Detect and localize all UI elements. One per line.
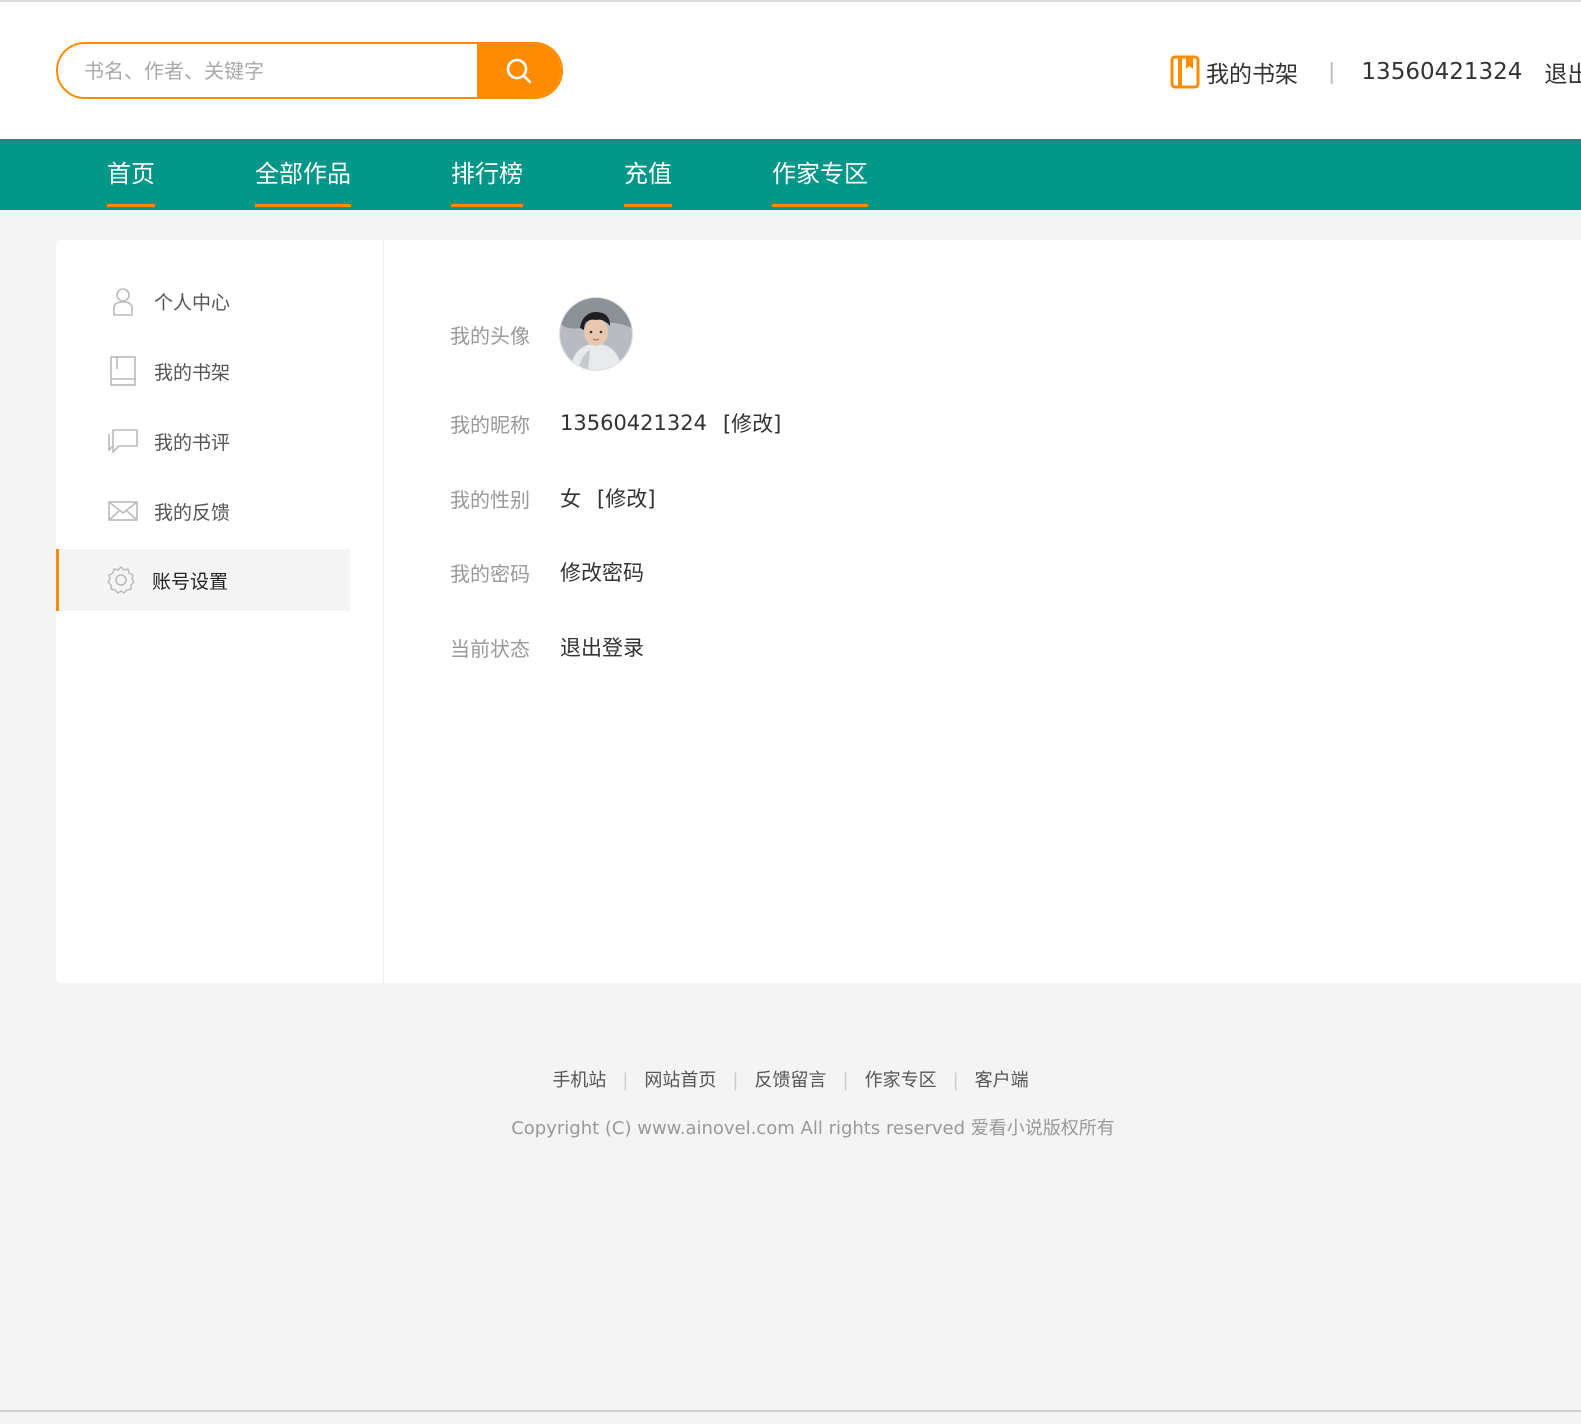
sidebar-item-feedback[interactable]: 我的反馈 xyxy=(56,480,350,542)
search-box xyxy=(56,42,563,99)
logout-account-link[interactable]: 退出登录 xyxy=(560,632,644,662)
comment-icon xyxy=(106,424,140,458)
user-area: 我的书架 | 13560421324 退出 xyxy=(1170,52,1581,92)
avatar-label: 我的头像 xyxy=(450,323,530,348)
footer-link-author-zone[interactable]: 作家专区 xyxy=(865,1070,937,1091)
gender-value: 女 xyxy=(560,487,581,511)
sidebar: 个人中心 我的书架 我的书评 我的反馈 账号设置 xyxy=(56,240,384,983)
gear-icon xyxy=(104,563,138,597)
search-input[interactable] xyxy=(58,44,478,97)
change-password-link[interactable]: 修改密码 xyxy=(560,557,644,587)
active-indicator xyxy=(56,549,59,611)
divider: | xyxy=(1328,59,1336,85)
nav-home-label: 首页 xyxy=(107,160,155,188)
sidebar-item-label: 我的书架 xyxy=(154,361,231,384)
nav-underline xyxy=(772,204,868,207)
password-row: 我的密码 修改密码 xyxy=(450,557,644,587)
nav-recharge[interactable]: 充值 xyxy=(624,139,672,210)
footer-link-home[interactable]: 网站首页 xyxy=(644,1070,716,1091)
book-icon xyxy=(106,354,140,388)
nav-ranking-label: 排行榜 xyxy=(451,160,523,188)
bookshelf-link[interactable]: 我的书架 xyxy=(1170,55,1298,89)
status-label: 当前状态 xyxy=(450,636,530,661)
sidebar-item-bookshelf[interactable]: 我的书架 xyxy=(56,340,350,402)
sidebar-item-account-settings[interactable]: 账号设置 xyxy=(56,549,350,611)
bottom-border xyxy=(0,1410,1581,1412)
gender-label: 我的性别 xyxy=(450,487,530,512)
nickname-label: 我的昵称 xyxy=(450,412,530,437)
footer-divider: | xyxy=(952,1070,959,1091)
bookshelf-icon xyxy=(1170,55,1200,89)
nav-underline xyxy=(255,204,351,207)
mail-icon xyxy=(106,494,140,528)
nav-recharge-label: 充值 xyxy=(624,160,672,188)
footer-divider: | xyxy=(622,1070,629,1091)
nickname-value: 13560421324 xyxy=(560,411,707,435)
search-icon xyxy=(506,58,532,83)
footer-link-client[interactable]: 客户端 xyxy=(975,1070,1029,1091)
username[interactable]: 13560421324 xyxy=(1361,59,1522,85)
status-row: 当前状态 退出登录 xyxy=(450,632,644,662)
nav-author-zone[interactable]: 作家专区 xyxy=(772,139,868,210)
footer-links: 手机站 | 网站首页 | 反馈留言 | 作家专区 | 客户端 xyxy=(0,1066,1581,1092)
avatar-row: 我的头像 xyxy=(450,298,632,370)
header: 我的书架 | 13560421324 退出 xyxy=(0,2,1581,139)
gender-row: 我的性别 女 [修改] xyxy=(450,483,655,513)
nav-all-works-label: 全部作品 xyxy=(255,160,351,188)
logout-link[interactable]: 退出 xyxy=(1544,55,1581,89)
account-card: 个人中心 我的书架 我的书评 我的反馈 账号设置 我的头像 我的昵称 13560… xyxy=(56,240,1581,983)
footer-divider: | xyxy=(732,1070,739,1091)
sidebar-item-label: 我的反馈 xyxy=(154,501,231,524)
edit-gender-link[interactable]: [修改] xyxy=(597,483,655,513)
main-nav: 首页 全部作品 排行榜 充值 作家专区 xyxy=(0,139,1581,210)
search-button[interactable] xyxy=(477,44,561,97)
bookshelf-label: 我的书架 xyxy=(1206,62,1298,88)
nav-ranking[interactable]: 排行榜 xyxy=(451,139,523,210)
sidebar-item-label: 个人中心 xyxy=(154,291,231,314)
nav-underline xyxy=(107,204,155,207)
sidebar-item-personal-center[interactable]: 个人中心 xyxy=(56,270,350,332)
password-label: 我的密码 xyxy=(450,561,530,586)
edit-nickname-link[interactable]: [修改] xyxy=(723,408,781,438)
footer-divider: | xyxy=(842,1070,849,1091)
copyright: Copyright (C) www.ainovel.com All rights… xyxy=(511,1118,1115,1139)
user-icon xyxy=(106,284,140,318)
nav-author-zone-label: 作家专区 xyxy=(772,160,868,188)
footer-link-mobile[interactable]: 手机站 xyxy=(552,1070,606,1091)
nav-underline xyxy=(624,204,672,207)
nav-home[interactable]: 首页 xyxy=(107,139,155,210)
footer-link-feedback[interactable]: 反馈留言 xyxy=(755,1070,827,1091)
nickname-row: 我的昵称 13560421324 [修改] xyxy=(450,408,781,438)
avatar[interactable] xyxy=(560,298,632,370)
nav-underline xyxy=(451,204,523,207)
sidebar-item-label: 我的书评 xyxy=(154,431,231,454)
sidebar-item-label: 账号设置 xyxy=(152,570,229,593)
sidebar-item-reviews[interactable]: 我的书评 xyxy=(56,410,350,472)
nav-all-works[interactable]: 全部作品 xyxy=(255,139,351,210)
